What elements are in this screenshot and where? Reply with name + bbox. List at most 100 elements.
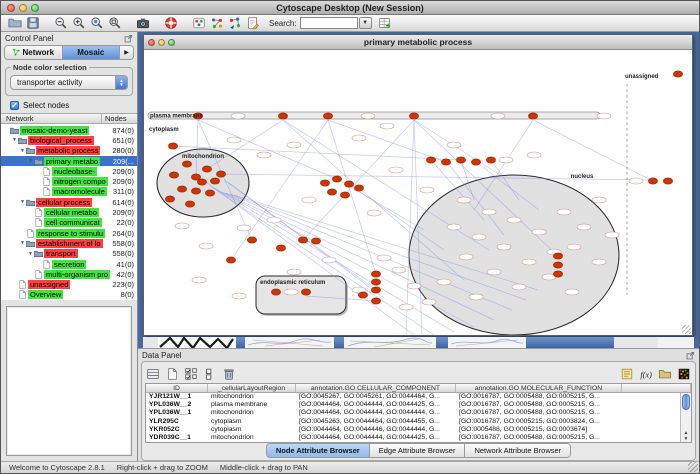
network-node[interactable] — [202, 166, 211, 172]
network-node[interactable] — [311, 238, 320, 244]
annotation-tool-icon[interactable] — [245, 15, 261, 31]
background-window[interactable] — [658, 337, 694, 348]
network-node-unhighlighted[interactable] — [175, 223, 189, 229]
tree-item-biological-process[interactable]: ▼biological_process651(0) — [1, 135, 137, 145]
network-node[interactable] — [486, 157, 495, 163]
background-window-border[interactable] — [334, 337, 344, 348]
network-node-unhighlighted[interactable] — [447, 224, 461, 230]
tree-item-mosaic-demo-yeast[interactable]: mosaic-demo-yeast874(0) — [1, 125, 137, 135]
network-node[interactable] — [301, 289, 310, 295]
table-cell[interactable]: [GO:0045267, GO:0045261, GO:0044464, G..… — [296, 393, 456, 401]
network-node-unhighlighted[interactable] — [605, 232, 619, 238]
network-node-unhighlighted[interactable] — [392, 267, 406, 273]
network-node-unhighlighted[interactable] — [420, 187, 434, 193]
take-snapshot-icon[interactable] — [135, 15, 151, 31]
network-node[interactable] — [247, 237, 256, 243]
network-canvas[interactable]: plasma membranecytoplasmmitochondrionnuc… — [144, 50, 692, 335]
table-cell[interactable]: [GO:0044464, GO:0044444, GO:0044425, G..… — [296, 434, 456, 442]
network-node-unhighlighted[interactable] — [377, 255, 391, 261]
vizmapper-icon[interactable] — [191, 15, 207, 31]
network-node[interactable] — [165, 196, 174, 202]
tab-network-attribute-browser[interactable]: Network Attribute Browser — [465, 444, 570, 457]
background-window[interactable] — [245, 337, 334, 348]
network-node-unhighlighted[interactable] — [565, 289, 579, 295]
background-window[interactable] — [448, 337, 526, 348]
network-node[interactable] — [354, 185, 363, 191]
table-cell[interactable]: [GO:0044464, GO:0044444, GO:0044444, G..… — [296, 409, 456, 417]
network-node-unhighlighted[interactable] — [577, 224, 591, 230]
network-node-unhighlighted[interactable] — [437, 279, 451, 285]
attribute-grid-icon[interactable] — [145, 366, 161, 382]
select-attributes-icon[interactable] — [183, 366, 199, 382]
network-node[interactable] — [177, 186, 186, 192]
network-node-unhighlighted[interactable] — [592, 259, 606, 265]
table-row[interactable]: YJR121W__1mitochondrion[GO:0045267, GO:0… — [146, 393, 691, 401]
tree-item-macromolecule[interactable]: macromolecule311(0) — [1, 187, 137, 197]
network-node[interactable] — [340, 192, 349, 198]
table-cell[interactable]: YKR052C — [146, 426, 208, 434]
tab-mosaic[interactable]: Mosaic — [63, 46, 121, 59]
zoom-fit-icon[interactable] — [107, 15, 123, 31]
birdseye-view[interactable] — [6, 306, 132, 456]
network-node-unhighlighted[interactable] — [497, 244, 511, 250]
network-node-unhighlighted[interactable] — [407, 283, 421, 289]
float-panel-icon[interactable] — [686, 351, 695, 360]
table-cell[interactable]: [GO:0044464, GO:0044444, GO:0044425, G..… — [296, 401, 456, 409]
network-node-unhighlighted[interactable] — [380, 123, 394, 129]
background-window[interactable] — [344, 337, 436, 348]
background-window[interactable] — [614, 337, 658, 348]
zoom-out-icon[interactable] — [53, 15, 69, 31]
network-node-unhighlighted[interactable] — [267, 217, 281, 223]
network-node[interactable] — [271, 289, 280, 295]
column-header-ID[interactable]: ID — [146, 384, 208, 392]
network-node-unhighlighted[interactable] — [302, 197, 316, 203]
network-node[interactable] — [197, 179, 206, 185]
table-row[interactable]: YDR039C__1mitochondrion[GO:0044464, GO:0… — [146, 434, 691, 442]
network-node-unhighlighted[interactable] — [399, 304, 413, 310]
network-node-unhighlighted[interactable] — [447, 142, 461, 148]
network-node-unhighlighted[interactable] — [499, 157, 513, 163]
tree-item-transport[interactable]: ▼transport558(0) — [1, 249, 137, 259]
table-cell[interactable]: [GO:0016787, GO:0005488, GO:0005215, G..… — [456, 393, 622, 401]
network-node[interactable] — [182, 161, 191, 167]
table-cell[interactable]: mitochondrion — [208, 393, 296, 401]
float-panel-icon[interactable] — [124, 34, 133, 43]
network-node[interactable] — [471, 159, 480, 165]
network-node[interactable] — [298, 237, 307, 243]
tree-item-metabolic-process[interactable]: ▼metabolic process280(0) — [1, 146, 137, 156]
network-node-unhighlighted[interactable] — [527, 152, 541, 158]
table-row[interactable]: YPL036W__1mitochondrion[GO:0044464, GO:0… — [146, 409, 691, 417]
tree-item-cellular-metabo[interactable]: cellular metabo209(0) — [1, 207, 137, 217]
table-cell[interactable]: mitochondrion — [208, 434, 296, 442]
save-session-icon[interactable] — [25, 15, 41, 31]
window-resize-grip[interactable] — [682, 325, 691, 334]
network-node[interactable] — [169, 172, 178, 178]
table-row[interactable]: YLR295Ccytoplasm[GO:0045263, GO:0044464,… — [146, 418, 691, 426]
network-node[interactable] — [168, 143, 177, 149]
network-node[interactable] — [191, 188, 200, 194]
app-resize-grip[interactable] — [688, 462, 698, 472]
column-header-annotation.GO MOLECULAR_FUNCTION[interactable]: annotation.GO MOLECULAR_FUNCTION — [456, 384, 622, 392]
matrix-view-icon[interactable] — [676, 366, 692, 382]
network-node[interactable] — [278, 113, 287, 119]
table-cell[interactable]: YPL036W__1 — [146, 409, 208, 417]
network-node[interactable] — [553, 253, 562, 259]
network-node[interactable] — [371, 271, 380, 277]
background-window-overview[interactable] — [158, 337, 236, 348]
tree-expand-arrow[interactable]: ▼ — [27, 158, 34, 164]
tree-item-cellular-process[interactable]: ▼cellular process614(0) — [1, 197, 137, 207]
network-node-unhighlighted[interactable] — [482, 209, 496, 215]
tab-scroll-right-button[interactable]: ▶ — [120, 46, 133, 59]
network-node-unhighlighted[interactable] — [232, 293, 246, 299]
network-node-unhighlighted[interactable] — [512, 284, 526, 290]
network-node-unhighlighted[interactable] — [237, 225, 251, 231]
table-row[interactable]: YKR052Ccytoplasm[GO:0044464, GO:0044446,… — [146, 426, 691, 434]
background-window-border[interactable] — [236, 337, 245, 348]
network-node[interactable] — [426, 157, 435, 163]
tree-item-overview[interactable]: Overview8(0) — [1, 290, 137, 300]
tree-expand-arrow[interactable]: ▼ — [19, 199, 26, 205]
import-network-icon[interactable] — [227, 15, 243, 31]
network-node-unhighlighted[interactable] — [507, 217, 521, 223]
tree-expand-arrow[interactable]: ▼ — [27, 251, 34, 257]
unselect-attributes-icon[interactable] — [202, 366, 218, 382]
